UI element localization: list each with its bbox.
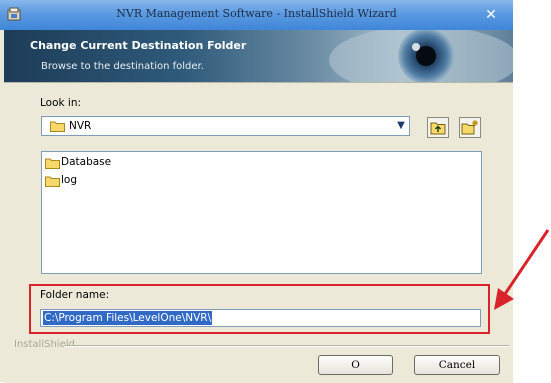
annotation-arrow bbox=[494, 229, 550, 310]
